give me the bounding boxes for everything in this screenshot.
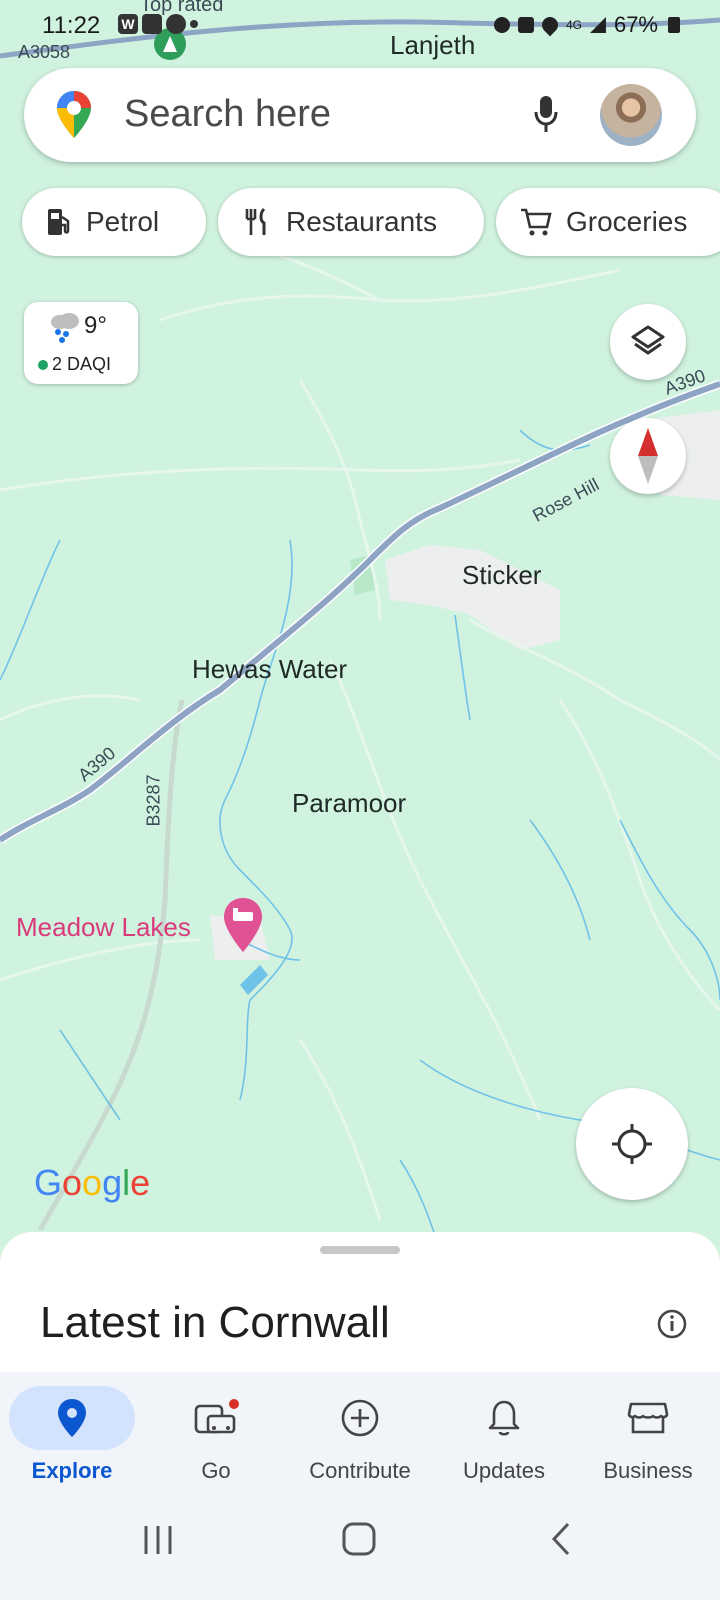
chip-groceries-label: Groceries [566, 206, 688, 237]
compass-button[interactable] [610, 418, 686, 494]
place-hewas-water[interactable]: Hewas Water [192, 654, 347, 685]
network-type: 4G [565, 18, 582, 32]
place-sticker[interactable]: Sticker [462, 560, 541, 591]
cart-icon [521, 208, 552, 236]
bottom-sheet[interactable]: Latest in Cornwall [0, 1232, 720, 1372]
nav-go-label: Go [201, 1458, 231, 1483]
battery-percent: 67% [613, 12, 658, 37]
status-right: 4G 67% [493, 12, 680, 38]
nav-business[interactable]: Business [576, 1372, 720, 1492]
layers-button[interactable] [610, 304, 686, 380]
aqi-label: 2 DAQI [52, 354, 112, 374]
aqi-status-dot [38, 359, 48, 370]
maps-logo-icon [57, 91, 91, 138]
explore-pin-icon [58, 1399, 86, 1437]
avatar[interactable] [600, 84, 662, 146]
chip-petrol[interactable]: Petrol [22, 188, 206, 256]
chip-petrol-label: Petrol [86, 206, 160, 237]
place-paramoor[interactable]: Paramoor [292, 788, 406, 819]
sheet-drag-handle[interactable] [320, 1246, 400, 1254]
chip-restaurants-label: Restaurants [286, 206, 437, 237]
storefront-icon [627, 1402, 669, 1434]
my-location-button[interactable] [576, 1088, 688, 1200]
google-logo-letter: e [130, 1162, 151, 1203]
sheet-title: Latest in Cornwall [40, 1298, 390, 1347]
place-meadow-lakes[interactable]: Meadow Lakes [16, 912, 191, 943]
notification-w-icon: W [118, 14, 138, 34]
nav-contribute[interactable]: Contribute [288, 1372, 432, 1492]
nav-business-label: Business [603, 1458, 693, 1483]
notification-message-icon [166, 14, 186, 34]
bell-icon [488, 1400, 520, 1436]
hotel-marker-icon[interactable] [222, 896, 264, 954]
battery-icon [668, 17, 680, 33]
nav-contribute-label: Contribute [309, 1458, 411, 1483]
air-quality: 2 DAQI [38, 354, 111, 375]
signal-icon [589, 17, 606, 33]
notification-app-icon [142, 14, 162, 34]
notification-icons: W [118, 14, 198, 34]
google-logo-letter: o [82, 1162, 103, 1203]
chip-restaurants[interactable]: Restaurants [218, 188, 484, 256]
road-label-b3287: B3287 [143, 774, 164, 827]
google-logo-letter: G [34, 1162, 63, 1203]
bottom-navigation: Explore Go Contribute Updates Business [0, 1372, 720, 1492]
crosshair-icon [612, 1124, 652, 1164]
notification-dot-icon [190, 20, 198, 28]
nav-go[interactable]: Go [144, 1372, 288, 1492]
status-bar: 11:22 W 4G 67% [0, 0, 720, 52]
search-bar[interactable]: Search here [24, 68, 696, 162]
google-logo-letter: o [62, 1162, 83, 1203]
google-logo-letter: g [102, 1162, 123, 1203]
nav-updates[interactable]: Updates [432, 1372, 576, 1492]
chip-groceries[interactable]: Groceries [496, 188, 720, 256]
recent-apps-icon[interactable] [140, 1522, 176, 1558]
weather-temperature: 9° [84, 312, 107, 339]
location-icon [538, 13, 562, 37]
alarm-icon [493, 17, 510, 33]
search-input[interactable]: Search here [124, 93, 331, 136]
info-icon[interactable] [656, 1308, 688, 1340]
nav-explore-label: Explore [31, 1458, 113, 1483]
commute-icon [194, 1399, 239, 1434]
home-icon[interactable] [340, 1520, 378, 1558]
compass-icon [638, 428, 658, 484]
restaurant-icon [245, 207, 266, 235]
rain-cloud-icon [51, 313, 79, 343]
status-time: 11:22 [42, 12, 101, 39]
google-logo: Google [34, 1162, 150, 1204]
add-circle-icon [341, 1399, 379, 1437]
system-navigation-bar [0, 1492, 720, 1600]
google-logo-letter: l [122, 1162, 131, 1203]
microphone-icon[interactable] [534, 94, 558, 134]
layers-icon [631, 325, 665, 355]
weather-widget[interactable]: 9° 2 DAQI [24, 302, 138, 384]
fuel-icon [48, 209, 70, 235]
nav-updates-label: Updates [463, 1458, 545, 1483]
mute-icon [517, 17, 534, 33]
nav-explore[interactable]: Explore [0, 1372, 144, 1492]
back-icon[interactable] [546, 1520, 576, 1558]
